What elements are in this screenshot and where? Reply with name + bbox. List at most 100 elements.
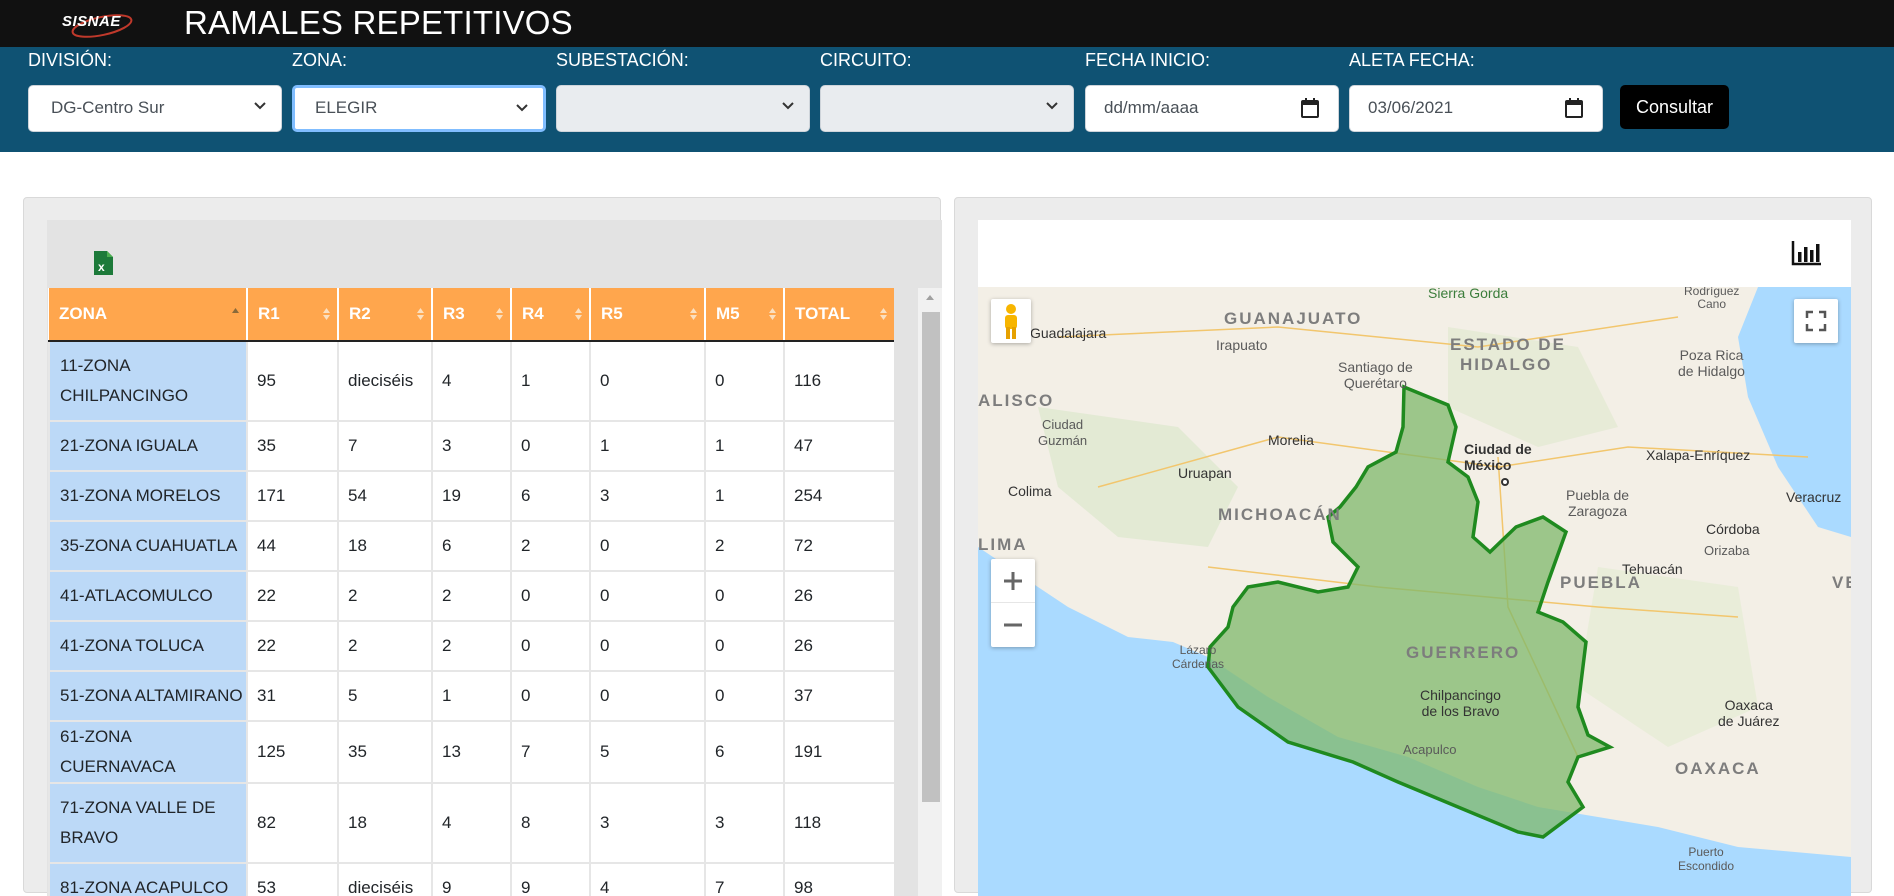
table-row[interactable]: 71-ZONA VALLE DE BRAVO 82 18 4 8 3 3 118 bbox=[48, 782, 894, 864]
column-header-m5[interactable]: M5 bbox=[705, 288, 785, 342]
value-cell-r1: 125 bbox=[246, 720, 339, 784]
table-row[interactable]: 11-ZONA CHILPANCINGO 95 dieciséis 4 1 0 0 116 bbox=[48, 340, 894, 422]
table-row[interactable]: 51-ZONA ALTAMIRANO 31 5 1 0 0 0 37 bbox=[48, 670, 894, 722]
sort-icon bbox=[690, 308, 697, 320]
table-row[interactable]: 35-ZONA CUAHUATLA 44 18 6 2 0 2 72 bbox=[48, 520, 894, 572]
fecha-inicio-input[interactable]: dd/mm/aaaa bbox=[1085, 85, 1339, 132]
value-cell-r1: 22 bbox=[246, 620, 339, 672]
value-cell-r4: 1 bbox=[510, 340, 591, 422]
chevron-down-icon bbox=[1046, 102, 1058, 110]
value-cell-m5: 0 bbox=[704, 670, 785, 722]
sort-icon bbox=[417, 308, 424, 320]
column-header-r5[interactable]: R5 bbox=[590, 288, 706, 342]
value-cell-m5: 3 bbox=[704, 782, 785, 864]
map-label-guerrero: GUERRERO bbox=[1406, 643, 1521, 662]
division-value: DG-Centro Sur bbox=[51, 98, 165, 117]
table-row[interactable]: 21-ZONA IGUALA 35 7 3 0 1 1 47 bbox=[48, 420, 894, 472]
table-body: 11-ZONA CHILPANCINGO 95 dieciséis 4 1 0 0 116 21… bbox=[48, 340, 894, 896]
calendar-icon[interactable] bbox=[1564, 97, 1584, 119]
app-logo: SISNAE bbox=[62, 10, 134, 38]
value-cell-r2: 2 bbox=[337, 620, 433, 672]
value-cell-r3: 6 bbox=[431, 520, 512, 572]
table-row[interactable]: 41-ATLACOMULCO 22 2 2 0 0 0 26 bbox=[48, 570, 894, 622]
subestacion-label: SUBESTACIÓN: bbox=[556, 50, 689, 70]
map-label-estado-de: ESTADO DE bbox=[1450, 335, 1566, 354]
value-cell-r5: 0 bbox=[589, 620, 706, 672]
zoom-controls bbox=[991, 559, 1035, 647]
value-cell-total: 72 bbox=[783, 520, 894, 572]
column-header-r4[interactable]: R4 bbox=[511, 288, 591, 342]
table-panel: x ZONA R1 R2 R3 R4 R5 M5 TOTAL 11-ZONA C… bbox=[23, 197, 942, 896]
svg-text:x: x bbox=[98, 260, 105, 274]
value-cell-r5: 0 bbox=[589, 670, 706, 722]
map-label-puebla-zaragoza: Puebla de Zaragoza bbox=[1566, 487, 1630, 519]
table-scrollbar[interactable] bbox=[918, 288, 942, 896]
circuito-select[interactable] bbox=[820, 85, 1074, 132]
data-table: ZONA R1 R2 R3 R4 R5 M5 TOTAL 11-ZONA CHI… bbox=[48, 288, 894, 896]
value-cell-r4: 6 bbox=[510, 470, 591, 522]
value-cell-r5: 0 bbox=[589, 520, 706, 572]
column-header-zona[interactable]: ZONA bbox=[49, 288, 248, 342]
zona-value: ELEGIR bbox=[315, 98, 378, 117]
map-label-puerto-escondido: Puerto Escondido bbox=[1678, 845, 1735, 873]
map-label-uruapan: Uruapan bbox=[1178, 465, 1232, 481]
table-header-row: ZONA R1 R2 R3 R4 R5 M5 TOTAL bbox=[49, 288, 894, 342]
table-row[interactable]: 41-ZONA TOLUCA 22 2 2 0 0 0 26 bbox=[48, 620, 894, 672]
map-label-tehuacan: Tehuacán bbox=[1622, 561, 1683, 577]
data-table-container: ZONA R1 R2 R3 R4 R5 M5 TOTAL 11-ZONA CHI… bbox=[48, 288, 894, 896]
value-cell-r3: 3 bbox=[431, 420, 512, 472]
map-label-colima: Colima bbox=[1008, 483, 1052, 499]
zona-select[interactable]: ELEGIR bbox=[292, 85, 546, 132]
scroll-up-arrow-icon[interactable] bbox=[925, 293, 935, 301]
map-label-guanajuato: GUANAJUATO bbox=[1224, 309, 1363, 328]
value-cell-r2: 2 bbox=[337, 570, 433, 622]
subestacion-select[interactable] bbox=[556, 85, 810, 132]
aleta-fecha-value: 03/06/2021 bbox=[1368, 98, 1454, 117]
sort-icon bbox=[575, 308, 582, 320]
value-cell-r3: 2 bbox=[431, 570, 512, 622]
column-header-r1[interactable]: R1 bbox=[247, 288, 339, 342]
map-panel: GUANAJUATO ESTADO DE HIDALGO ALISCO MICH… bbox=[954, 197, 1872, 896]
table-row[interactable]: 81-ZONA ACAPULCO 53 dieciséis 9 9 4 7 98 bbox=[48, 862, 894, 896]
zone-cell: 61-ZONA CUERNAVACA bbox=[48, 720, 248, 784]
table-row[interactable]: 31-ZONA MORELOS 171 54 19 6 3 1 254 bbox=[48, 470, 894, 522]
map-label-ciudad-guzman: Ciudad Guzmán bbox=[1038, 417, 1088, 448]
aleta-fecha-label: ALETA FECHA: bbox=[1349, 50, 1475, 70]
bar-chart-icon[interactable] bbox=[1790, 238, 1824, 268]
value-cell-r1: 31 bbox=[246, 670, 339, 722]
zoom-out-button[interactable] bbox=[991, 603, 1035, 647]
map-label-sierra-gorda: Sierra Gorda bbox=[1428, 287, 1509, 301]
column-header-r3[interactable]: R3 bbox=[432, 288, 512, 342]
value-cell-r2: 18 bbox=[337, 782, 433, 864]
value-cell-r5: 0 bbox=[589, 340, 706, 422]
plus-icon bbox=[1004, 572, 1022, 590]
map-label-oaxaca-juarez: Oaxaca de Juárez bbox=[1718, 697, 1780, 729]
map-label-chilpancingo: Chilpancingo de los Bravo bbox=[1420, 687, 1501, 719]
aleta-fecha-input[interactable]: 03/06/2021 bbox=[1349, 85, 1603, 132]
fullscreen-button[interactable] bbox=[1794, 299, 1838, 343]
value-cell-r5: 4 bbox=[589, 862, 706, 896]
value-cell-m5: 1 bbox=[704, 470, 785, 522]
zone-cell: 51-ZONA ALTAMIRANO bbox=[48, 670, 248, 722]
value-cell-r5: 3 bbox=[589, 782, 706, 864]
value-cell-r4: 0 bbox=[510, 420, 591, 472]
consultar-button[interactable]: Consultar bbox=[1620, 85, 1729, 129]
column-header-total[interactable]: TOTAL bbox=[784, 288, 894, 342]
division-select[interactable]: DG-Centro Sur bbox=[28, 85, 282, 132]
table-row[interactable]: 61-ZONA CUERNAVACA 125 35 13 7 5 6 191 bbox=[48, 720, 894, 784]
column-header-r2[interactable]: R2 bbox=[338, 288, 433, 342]
value-cell-r2: dieciséis bbox=[337, 862, 433, 896]
value-cell-r4: 0 bbox=[510, 670, 591, 722]
value-cell-r5: 3 bbox=[589, 470, 706, 522]
calendar-icon[interactable] bbox=[1300, 97, 1320, 119]
map-label-acapulco: Acapulco bbox=[1403, 742, 1457, 757]
value-cell-total: 191 bbox=[783, 720, 894, 784]
map-view[interactable]: GUANAJUATO ESTADO DE HIDALGO ALISCO MICH… bbox=[978, 287, 1851, 896]
street-view-pegman[interactable] bbox=[991, 299, 1031, 343]
value-cell-r2: 35 bbox=[337, 720, 433, 784]
zone-cell: 41-ZONA TOLUCA bbox=[48, 620, 248, 672]
excel-export-icon[interactable]: x bbox=[92, 250, 114, 276]
scroll-thumb[interactable] bbox=[922, 312, 940, 802]
zoom-in-button[interactable] bbox=[991, 559, 1035, 603]
value-cell-r4: 0 bbox=[510, 570, 591, 622]
